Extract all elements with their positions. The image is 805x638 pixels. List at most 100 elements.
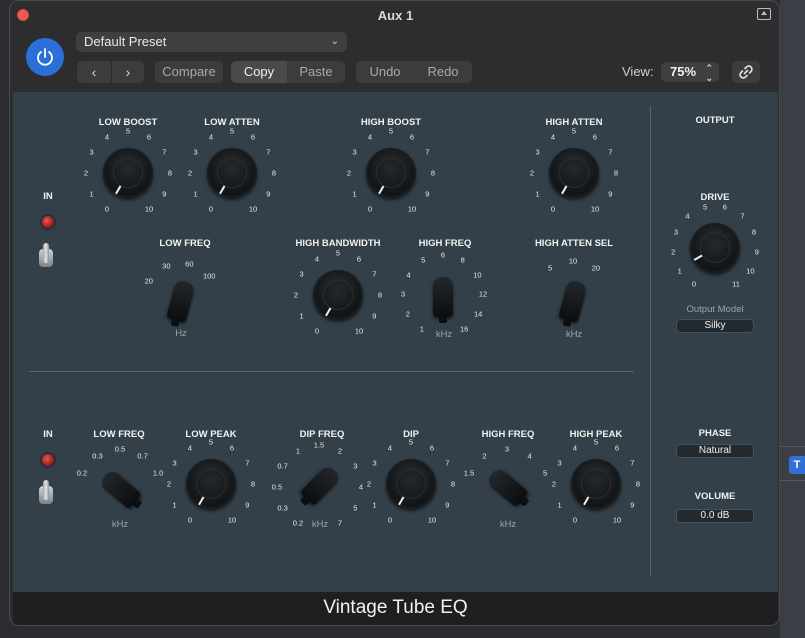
high-peak-tick: 8 <box>635 479 641 489</box>
high-boost-tick: 5 <box>388 126 394 136</box>
drive-tick: 0 <box>691 279 697 289</box>
drive-tick: 1 <box>677 266 682 276</box>
bottom-high-freq-tick: 2 <box>482 451 487 461</box>
high-bandwidth-knob[interactable] <box>313 270 363 320</box>
high-atten-tick: 3 <box>535 147 540 157</box>
bottom-high-freq-tick: 4 <box>527 451 532 461</box>
high-boost-tick: 6 <box>409 132 415 142</box>
bottom-low-freq-label: LOW FREQ <box>93 429 145 440</box>
high-boost-knob[interactable] <box>366 148 416 198</box>
compare-button[interactable]: Compare <box>155 61 223 83</box>
drive-tick: 10 <box>746 266 755 276</box>
bottom-high-freq-selector[interactable] <box>485 466 529 508</box>
power-icon <box>37 48 53 66</box>
output-model-dropdown[interactable]: Silky <box>676 319 754 333</box>
low-peak-knob[interactable] <box>186 459 236 509</box>
host-track-button[interactable]: T <box>789 456 805 474</box>
paste-button[interactable]: Paste <box>287 61 345 83</box>
phase-dropdown[interactable]: Natural <box>676 444 754 458</box>
drive-tick: 3 <box>673 227 679 237</box>
top-high-freq-selector[interactable] <box>433 277 453 323</box>
drive-knob[interactable] <box>690 223 740 273</box>
next-preset-button[interactable]: › <box>111 61 144 83</box>
dip-freq-tick: 3 <box>353 461 358 471</box>
high-peak-tick: 7 <box>630 458 635 468</box>
output-model-label: Output Model <box>686 304 744 315</box>
high-atten-tick: 7 <box>608 147 613 157</box>
previous-preset-button[interactable]: ‹ <box>77 61 111 83</box>
high-bandwidth-tick: 6 <box>356 254 362 264</box>
dip-tick: 5 <box>408 437 414 447</box>
low-peak-tick: 5 <box>208 437 214 447</box>
high-atten-tick: 6 <box>592 132 598 142</box>
top-high-freq-tick: 14 <box>474 309 483 319</box>
high-peak-tick: 4 <box>572 443 578 453</box>
window-title: Aux 1 <box>377 8 414 23</box>
low-boost-tick: 10 <box>144 204 154 214</box>
high-boost-tick: 0 <box>367 204 373 214</box>
link-button[interactable] <box>732 61 760 83</box>
dip-freq-tick: 1.5 <box>313 440 325 450</box>
low-atten-knob[interactable] <box>207 148 257 198</box>
low-peak-tick: 9 <box>245 500 250 510</box>
redo-button[interactable]: Redo <box>414 61 472 83</box>
high-bandwidth-tick: 4 <box>314 254 320 264</box>
preset-dropdown[interactable]: Default Preset ⌄ <box>76 32 347 52</box>
high-atten-sel-selector[interactable] <box>558 279 588 323</box>
section-divider <box>29 371 634 372</box>
low-atten-tick: 3 <box>193 147 198 157</box>
dip-freq-tick: 0.3 <box>277 503 288 513</box>
copy-button[interactable]: Copy <box>231 61 287 83</box>
low-boost-tick: 8 <box>167 168 173 178</box>
high-peak-tick: 0 <box>572 515 578 525</box>
drive-tick: 8 <box>751 227 757 237</box>
high-bandwidth-tick: 3 <box>299 269 304 279</box>
top-high-freq-tick: 10 <box>473 270 482 280</box>
power-button[interactable] <box>26 38 64 76</box>
low-atten-tick: 10 <box>248 204 258 214</box>
volume-label: VOLUME <box>694 491 736 502</box>
high-boost-tick: 3 <box>352 147 357 157</box>
bottom-high-freq-tick: 3 <box>504 444 510 454</box>
low-atten-tick: 4 <box>208 132 214 142</box>
high-boost-tick: 8 <box>430 168 436 178</box>
view-label: View: <box>622 64 654 79</box>
high-boost-tick: 10 <box>407 204 417 214</box>
dip-knob[interactable] <box>386 459 436 509</box>
dip-tick: 6 <box>429 443 435 453</box>
dip-tick: 4 <box>387 443 393 453</box>
drive-tick: 2 <box>671 247 676 257</box>
undo-button[interactable]: Undo <box>356 61 414 83</box>
title-bar: Aux 1 <box>10 1 779 29</box>
high-atten-tick: 8 <box>613 168 619 178</box>
top-low-freq-selector[interactable] <box>166 279 196 323</box>
top-in-label: IN <box>43 191 53 202</box>
high-peak-knob[interactable] <box>571 459 621 509</box>
preset-value: Default Preset <box>84 34 167 49</box>
share-icon[interactable] <box>757 8 771 20</box>
volume-field[interactable]: 0.0 dB <box>676 509 754 523</box>
zoom-dropdown[interactable]: 75% ⌃ ⌄ <box>661 62 719 83</box>
low-boost-tick: 1 <box>89 189 94 199</box>
dip-freq-tick: 1 <box>295 446 301 456</box>
drive-tick: 5 <box>703 202 708 212</box>
low-boost-knob[interactable] <box>103 148 153 198</box>
high-boost-tick: 1 <box>352 189 357 199</box>
low-boost-tick: 9 <box>162 189 167 199</box>
bottom-in-led <box>42 454 54 466</box>
bottom-low-freq-selector[interactable] <box>98 468 142 510</box>
high-atten-tick: 10 <box>590 204 600 214</box>
top-high-freq-tick: 12 <box>478 289 488 299</box>
high-atten-tick: 2 <box>529 168 535 178</box>
bottom-in-toggle[interactable] <box>39 480 53 508</box>
dip-freq-tick: 0.5 <box>271 482 283 492</box>
dip-freq-selector[interactable] <box>299 463 343 507</box>
high-peak-tick: 5 <box>593 437 599 447</box>
dip-freq-tick: 2 <box>337 446 343 456</box>
low-boost-tick: 2 <box>83 168 89 178</box>
drive-tick: 7 <box>740 211 745 221</box>
top-high-freq-label: HIGH FREQ <box>418 238 472 249</box>
top-in-toggle[interactable] <box>39 243 53 271</box>
dip-tick: 7 <box>445 458 450 468</box>
high-atten-knob[interactable] <box>549 148 599 198</box>
